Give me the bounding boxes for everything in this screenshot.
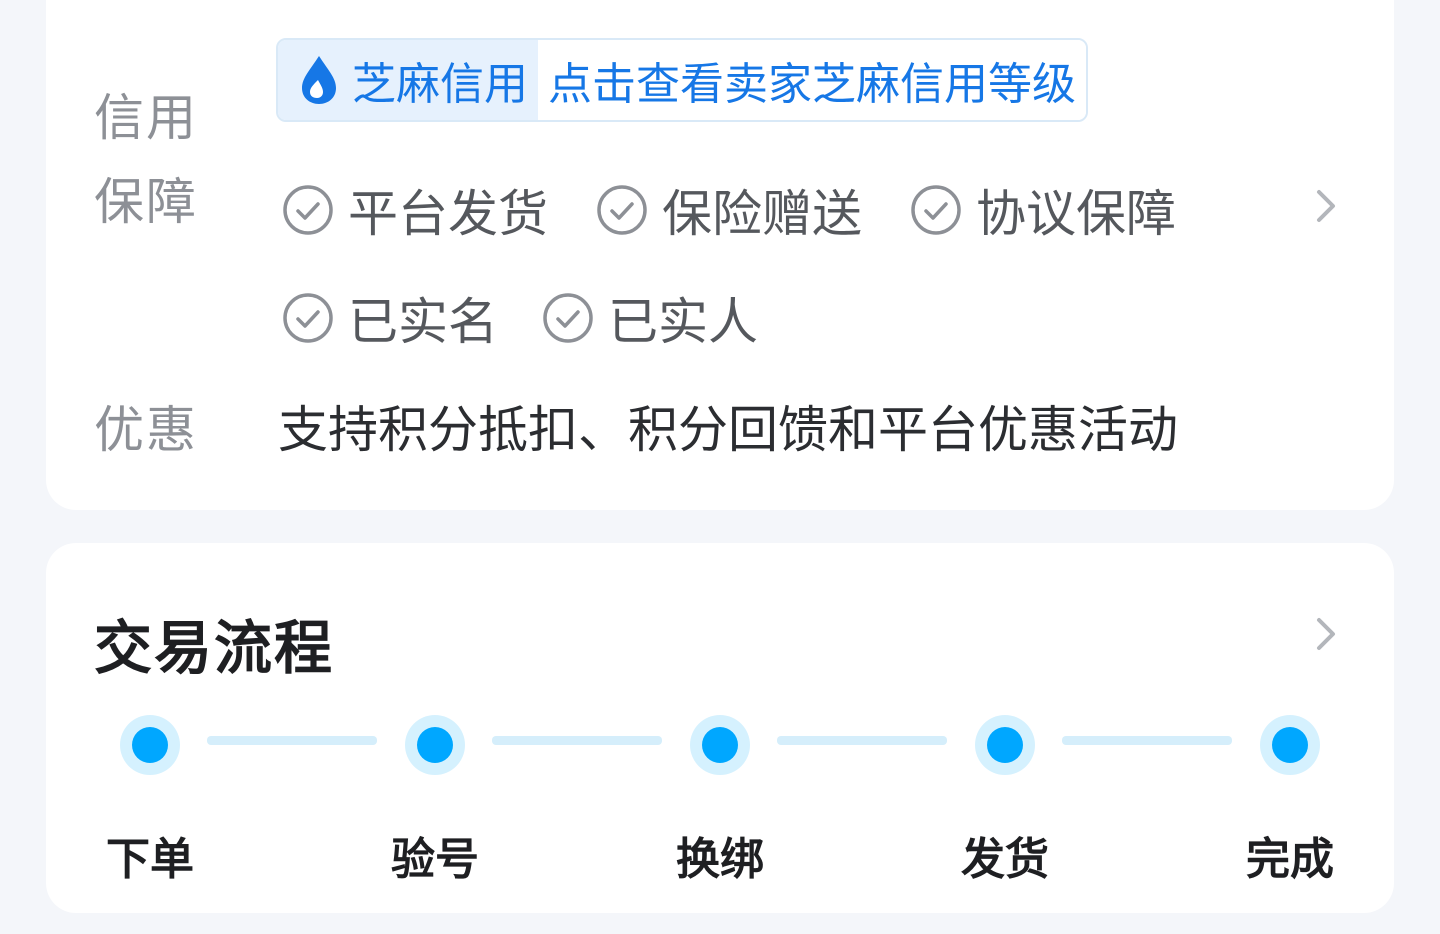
guarantee-item-platform-delivery: 平台发货 (282, 174, 548, 246)
sesame-credit-brand: 芝麻信用 (278, 40, 538, 120)
flow-step-connector (492, 736, 662, 745)
guarantee-item-insurance: 保险赠送 (596, 174, 862, 246)
flow-step-dot-verify (405, 715, 465, 775)
sesame-credit-badge[interactable]: 芝麻信用 点击查看卖家芝麻信用等级 (276, 38, 1088, 122)
guarantee-item-label: 已实人 (608, 293, 758, 351)
flow-step-label-verify: 验号 (391, 834, 479, 885)
guarantee-item-label: 平台发货 (348, 185, 548, 243)
promo-label: 优惠 (94, 401, 198, 459)
promo-description: 支持积分抵扣、积分回馈和平台优惠活动 (278, 401, 1178, 459)
flow-step-label-rebind: 换绑 (676, 834, 764, 885)
guarantee-item-label: 保险赠送 (662, 185, 862, 243)
flow-step-connector (777, 736, 947, 745)
guarantee-more-chevron-icon[interactable] (1312, 186, 1340, 226)
trade-flow-chevron-icon[interactable] (1312, 614, 1340, 654)
guarantee-item-label: 已实名 (348, 293, 498, 351)
guarantee-item-label: 协议保障 (976, 185, 1176, 243)
flow-step-label-order: 下单 (106, 834, 194, 885)
flow-step-dot-order (120, 715, 180, 775)
check-circle-icon (283, 293, 333, 343)
guarantee-label: 保障 (94, 173, 198, 231)
flow-step-connector (1062, 736, 1232, 745)
guarantee-item-real-name: 已实名 (282, 282, 498, 354)
seller-info-card: 信用 芝麻信用 点击查看卖家芝麻信用等级 保障 平台发货 保险赠送 协议保障 已… (46, 0, 1394, 510)
sesame-credit-brand-text: 芝麻信用 (352, 59, 528, 110)
flow-step-dot-complete (1260, 715, 1320, 775)
guarantee-item-agreement: 协议保障 (910, 174, 1176, 246)
flow-step-label-deliver: 发货 (961, 834, 1049, 885)
flow-step-label-complete: 完成 (1246, 834, 1334, 885)
flow-step-dot-deliver (975, 715, 1035, 775)
check-circle-icon (283, 185, 333, 235)
flow-step-connector (207, 736, 377, 745)
sesame-drop-icon (302, 56, 336, 104)
guarantee-item-real-person: 已实人 (542, 282, 758, 354)
credit-label: 信用 (94, 89, 198, 147)
view-credit-level-link[interactable]: 点击查看卖家芝麻信用等级 (548, 48, 1076, 112)
check-circle-icon (543, 293, 593, 343)
trade-flow-card[interactable]: 交易流程 下单 验号 换绑 发货 完成 (46, 543, 1394, 913)
check-circle-icon (911, 185, 961, 235)
trade-flow-title: 交易流程 (94, 614, 335, 682)
flow-step-dot-rebind (690, 715, 750, 775)
check-circle-icon (597, 185, 647, 235)
